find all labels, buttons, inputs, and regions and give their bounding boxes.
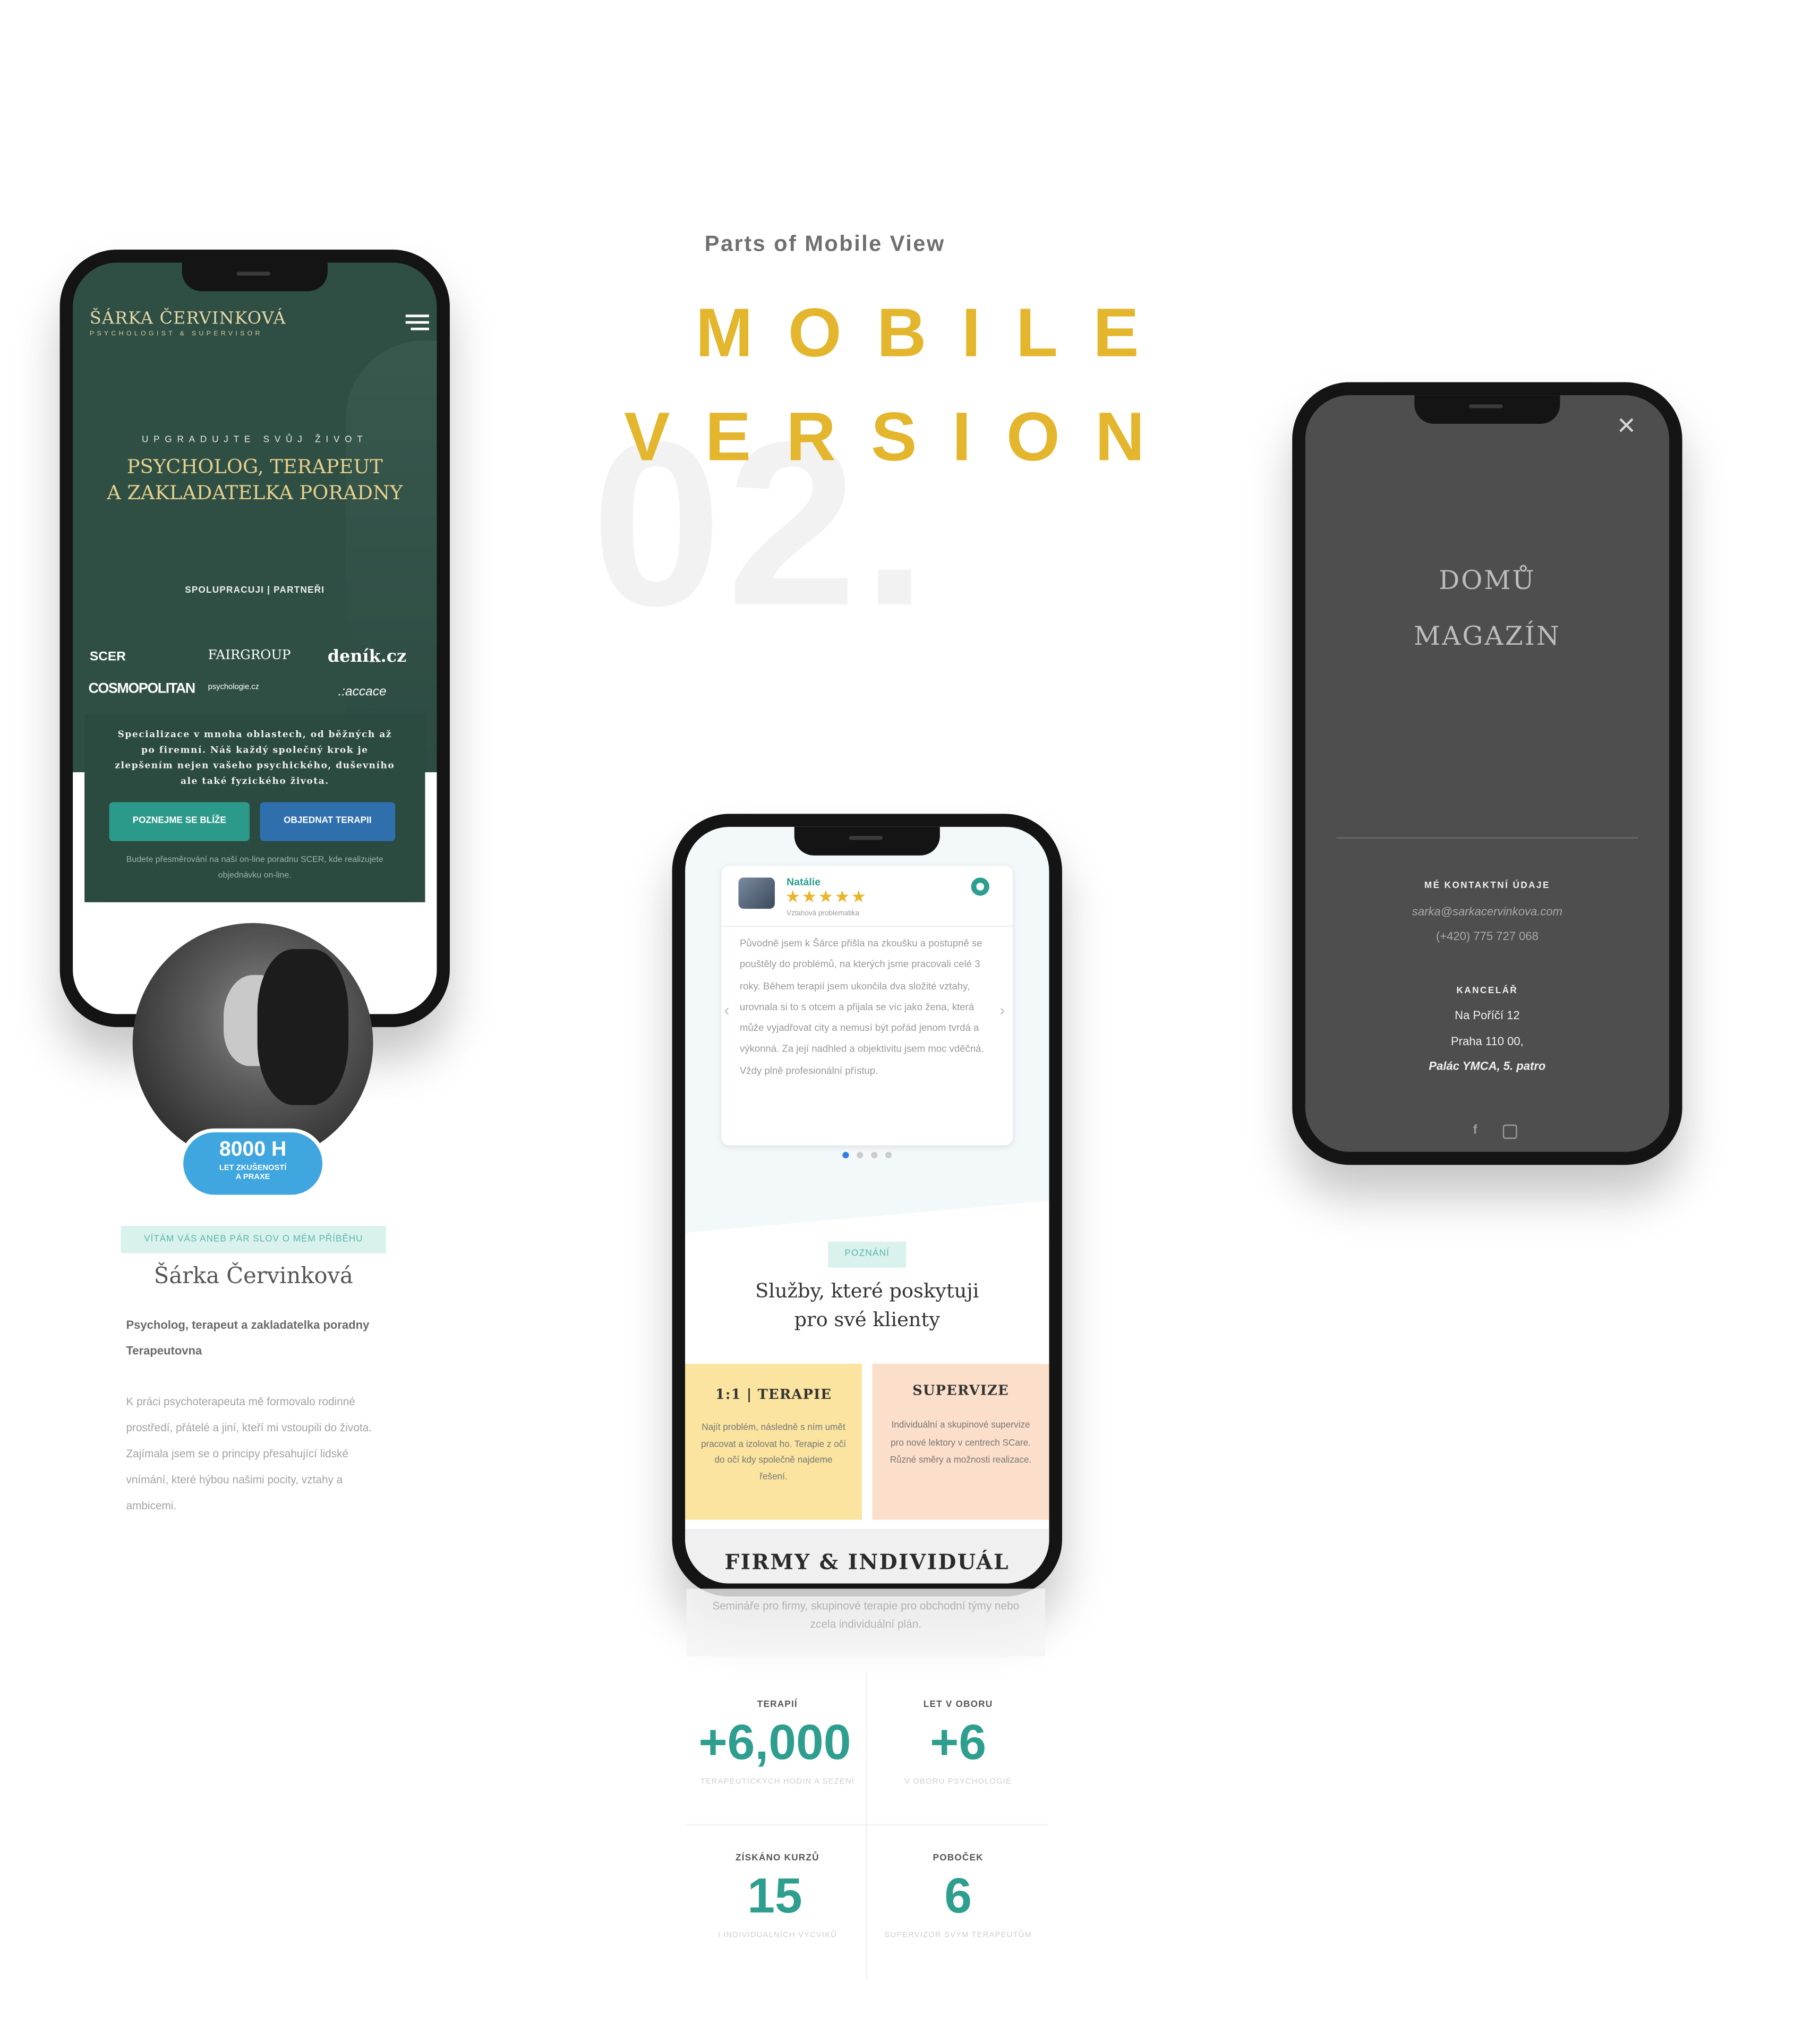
stat-label: TERAPIÍ	[757, 1700, 798, 1710]
stat-sub: SUPERVIZOR SVÝM TERAPEUTŮM	[884, 1932, 1032, 1940]
redirect-note: Budete přesměrování na naší on-line pora…	[126, 855, 383, 881]
contact-heading: MÉ KONTAKTNÍ ÚDAJE	[1424, 881, 1550, 891]
order-therapy-button[interactable]: OBJEDNAT TERAPII	[260, 802, 396, 841]
partners-label: SPOLUPRACUJI | PARTNEŘI	[185, 586, 325, 596]
experience-value: 8000 H	[219, 1139, 287, 1161]
service-card-companies[interactable]: FIRMY & INDIVIDUÁL	[685, 1528, 1049, 1584]
stat-sub: I INDIVIDUÁLNÍCH VÝCVIKŮ	[717, 1932, 838, 1940]
about-button[interactable]: POZNEJME SE BLÍŽE	[109, 802, 250, 841]
about-name: Šárka Červinková	[153, 1263, 353, 1290]
menu-screen: × DOMŮ MAGAZÍN MÉ KONTAKTNÍ ÚDAJE sarka@…	[1305, 395, 1670, 1152]
service-supervision-title: SUPERVIZE	[912, 1383, 1009, 1399]
stat-sub: V OBORU PSYCHOLOGIE	[904, 1778, 1012, 1787]
phone-notch	[1414, 395, 1560, 424]
menu-divider	[1336, 837, 1638, 839]
address-line3: Palác YMCA, 5. patro	[1429, 1060, 1546, 1073]
home-screen: ŠÁRKA ČERVINKOVÁ PSYCHOLOGIST & SUPERVIS…	[73, 262, 437, 1014]
partner-logo-denik: deník.cz	[327, 647, 407, 667]
reviewer-avatar	[738, 877, 775, 909]
about-bio: K práci psychoterapeuta mě formovalo rod…	[126, 1395, 372, 1512]
hamburger-icon[interactable]	[405, 314, 429, 331]
experience-label: LET ZKUŠENOSTÍ A PRAXE	[219, 1165, 287, 1182]
partner-logo-accace: .:accace	[338, 685, 387, 699]
nav-magazine[interactable]: MAGAZÍN	[1305, 620, 1669, 652]
service-companies-text: Semináře pro firmy, skupinové terapie pr…	[712, 1599, 1020, 1630]
intro-text: Specializace v mnoha oblastech, od běžný…	[115, 728, 395, 787]
welcome-badge: VÍTÁM VÁS ANEB PÁR SLOV O MÉM PŘÍBĚHU	[121, 1226, 387, 1253]
logo-tagline: PSYCHOLOGIST & SUPERVISOR	[89, 330, 263, 338]
service-card-supervision[interactable]: SUPERVIZE Individuální a skupinové super…	[872, 1363, 1049, 1520]
stat-value: +6,000	[698, 1716, 851, 1771]
close-icon[interactable]: ×	[1617, 410, 1635, 442]
linkedin-icon[interactable]	[1502, 1124, 1517, 1139]
logo-name[interactable]: ŠÁRKA ČERVINKOVÁ	[90, 310, 286, 329]
partner-logo-scer: SCER	[89, 650, 126, 664]
stat-label: LET V OBORU	[923, 1700, 993, 1710]
partner-logo-fairgroup: FAIRGROUP	[208, 648, 291, 663]
address-line1: Na Poříčí 12	[1455, 1009, 1520, 1022]
carousel-prev-icon[interactable]: ‹	[724, 1001, 729, 1019]
section-subtitle: Parts of Mobile View	[704, 231, 945, 257]
review-text: Původně jsem k Šárce přišla na zkoušku a…	[739, 937, 984, 1077]
phone-services: Natálie ★★★★★ Vztahová problematika Půvo…	[672, 814, 1062, 1597]
rating-stars: ★★★★★	[785, 886, 868, 907]
carousel-dots[interactable]	[842, 1151, 892, 1160]
section-badge: POZNÁNÍ	[828, 1241, 907, 1268]
service-card-therapy[interactable]: 1:1 | TERAPIE Najít problém, následně s …	[685, 1363, 862, 1520]
service-therapy-text: Najít problém, následně s ním umět praco…	[700, 1423, 847, 1482]
section-title-line2: VERSION	[623, 399, 1180, 476]
about-org: Terapeutovna	[126, 1344, 202, 1357]
partner-logo-psychologie: psychologie.cz	[208, 684, 260, 692]
review-card: Natálie ★★★★★ Vztahová problematika Půvo…	[721, 866, 1013, 1146]
showcase-stage: 02. Parts of Mobile View MOBILE VERSION …	[0, 0, 1820, 2024]
stat-value: 6	[944, 1869, 972, 1924]
stat-value: +6	[930, 1716, 987, 1771]
stat-label: ZÍSKÁNO KURZŮ	[735, 1854, 819, 1863]
service-supervision-text: Individuální a skupinové supervize pro n…	[890, 1421, 1032, 1465]
service-companies-overflow: Semináře pro firmy, skupinové terapie pr…	[686, 1589, 1046, 1656]
section-title-line1: MOBILE	[695, 295, 1174, 372]
services-heading-line1: Služby, které poskytuji	[755, 1279, 979, 1303]
phone-home: ŠÁRKA ČERVINKOVÁ PSYCHOLOGIST & SUPERVIS…	[59, 249, 450, 1027]
about-role: Psycholog, terapeut a zakladatelka porad…	[126, 1318, 370, 1331]
phone-menu: × DOMŮ MAGAZÍN MÉ KONTAKTNÍ ÚDAJE sarka@…	[1292, 382, 1682, 1165]
intro-panel: Specializace v mnoha oblastech, od běžný…	[84, 713, 425, 902]
partner-logo-cosmopolitan: COSMOPOLITAN	[88, 681, 195, 697]
service-therapy-title: 1:1 | TERAPIE	[715, 1387, 832, 1403]
google-icon	[971, 877, 989, 896]
nav-home[interactable]: DOMŮ	[1305, 564, 1669, 595]
hero-kicker: UPGRADUJTE SVŮJ ŽIVOT	[142, 435, 368, 445]
phone-notch	[182, 262, 328, 292]
hero-title-line1: PSYCHOLOG, TERAPEUT	[126, 455, 383, 479]
office-heading: KANCELÁŘ	[1456, 986, 1518, 996]
contact-phone[interactable]: (+420) 775 727 068	[1305, 929, 1669, 942]
stat-label: POBOČEK	[933, 1854, 984, 1863]
stat-sub: TERAPEUTICKÝCH HODIN A SEZENÍ	[700, 1778, 855, 1787]
review-topic: Vztahová problematika	[786, 910, 859, 918]
service-companies-title: FIRMY & INDIVIDUÁL	[724, 1549, 1010, 1575]
stats-grid: TERAPIÍ +6,000 TERAPEUTICKÝCH HODIN A SE…	[686, 1671, 1048, 1979]
services-screen: Natálie ★★★★★ Vztahová problematika Půvo…	[685, 826, 1049, 1584]
facebook-icon[interactable]: f	[1473, 1123, 1477, 1138]
address-line2: Praha 110 00,	[1450, 1035, 1524, 1048]
carousel-next-icon[interactable]: ›	[999, 1001, 1005, 1019]
hero-title-line2: A ZAKLADATELKA PORADNY	[107, 481, 403, 505]
stat-value: 15	[747, 1869, 802, 1924]
portrait-avatar	[132, 923, 373, 1164]
services-heading-line2: pro své klienty	[794, 1308, 940, 1331]
experience-badge: 8000 H LET ZKUŠENOSTÍ A PRAXE	[183, 1132, 323, 1195]
phone-notch	[794, 826, 940, 856]
contact-email[interactable]: sarka@sarkacervinkova.com	[1305, 905, 1669, 918]
